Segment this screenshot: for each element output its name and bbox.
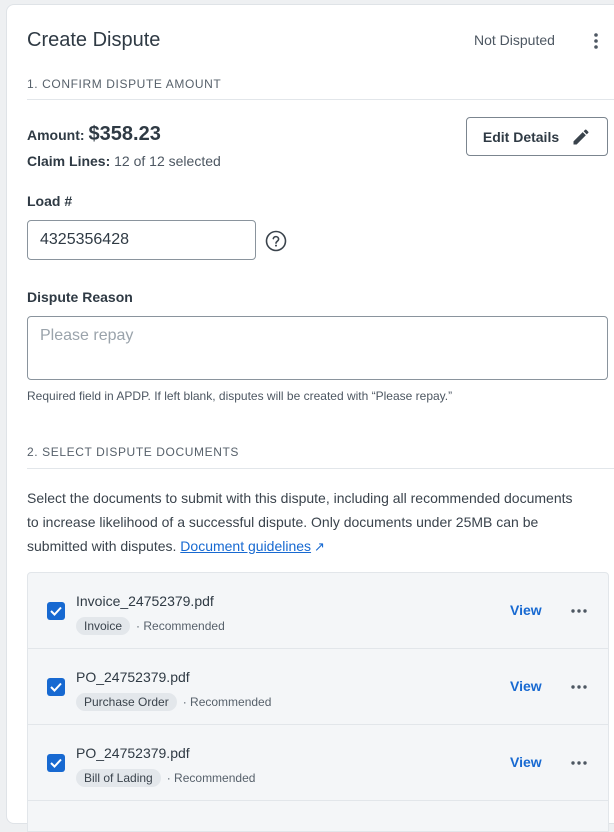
- dispute-reason-label: Dispute Reason: [27, 289, 133, 305]
- load-number-input[interactable]: [27, 220, 256, 260]
- documents-description: Select the documents to submit with this…: [27, 486, 587, 559]
- document-guidelines-link[interactable]: Document guidelines: [180, 538, 311, 554]
- section-divider: [27, 468, 614, 469]
- document-meta: Bill of Lading · Recommended: [76, 769, 255, 787]
- check-icon: [50, 758, 62, 768]
- view-document-button[interactable]: View: [510, 754, 542, 770]
- document-name: PO_24752379.pdf: [76, 669, 190, 685]
- document-more-button[interactable]: [569, 677, 589, 697]
- document-row: PO_24752379.pdf Bill of Lading · Recomme…: [28, 725, 608, 801]
- amount-row: Amount: $358.23: [27, 123, 161, 146]
- dispute-status: Not Disputed: [474, 32, 555, 48]
- view-document-button[interactable]: View: [510, 602, 542, 618]
- pencil-icon: [573, 128, 589, 144]
- dispute-reason-input[interactable]: [27, 316, 608, 380]
- document-more-button[interactable]: [569, 753, 589, 773]
- view-document-button[interactable]: View: [510, 678, 542, 694]
- kebab-horizontal-icon: [571, 685, 587, 689]
- document-recommended: · Recommended: [166, 771, 256, 785]
- document-name: Invoice_24752379.pdf: [76, 593, 214, 609]
- page-title: Create Dispute: [27, 29, 161, 51]
- edit-details-label: Edit Details: [482, 128, 560, 145]
- create-dispute-panel: Create Dispute Not Disputed 1. CONFIRM D…: [6, 4, 614, 832]
- document-meta: Invoice · Recommended: [76, 617, 225, 635]
- claim-lines-label: Claim Lines:: [27, 153, 111, 169]
- amount-label: Amount:: [27, 127, 85, 143]
- document-checkbox[interactable]: [47, 754, 65, 772]
- load-number-label: Load #: [27, 193, 73, 209]
- kebab-vertical-icon: [594, 33, 598, 49]
- kebab-horizontal-icon: [571, 761, 587, 765]
- amount-value: $358.23: [88, 123, 161, 145]
- kebab-horizontal-icon: [571, 609, 587, 613]
- document-name: PO_24752379.pdf: [76, 745, 190, 761]
- document-more-button[interactable]: [569, 601, 589, 621]
- claim-lines-value: 12 of 12 selected: [114, 153, 221, 169]
- external-link-icon: ↗: [314, 539, 325, 554]
- claim-lines-row: Claim Lines: 12 of 12 selected: [27, 153, 221, 169]
- document-checkbox[interactable]: [47, 602, 65, 620]
- document-row: Invoice_24752379.pdf Invoice · Recommend…: [28, 573, 608, 649]
- document-row: PO_24752379.pdf Purchase Order · Recomme…: [28, 649, 608, 725]
- document-type-tag: Bill of Lading: [76, 769, 161, 787]
- document-meta: Purchase Order · Recommended: [76, 693, 271, 711]
- check-icon: [50, 682, 62, 692]
- document-type-tag: Invoice: [76, 617, 131, 635]
- edit-details-button[interactable]: Edit Details: [466, 117, 608, 156]
- section-heading-select-documents: 2. SELECT DISPUTE DOCUMENTS: [27, 445, 240, 459]
- section-divider: [27, 99, 614, 100]
- document-type-tag: Purchase Order: [76, 693, 177, 711]
- dispute-reason-hint: Required field in APDP. If left blank, d…: [27, 389, 453, 403]
- document-recommended: · Recommended: [136, 619, 225, 633]
- document-checkbox[interactable]: [47, 678, 65, 696]
- document-recommended: · Recommended: [182, 695, 272, 709]
- section-heading-confirm-amount: 1. CONFIRM DISPUTE AMOUNT: [27, 77, 222, 91]
- question-circle-icon: [265, 230, 287, 252]
- load-help-button[interactable]: [265, 230, 287, 252]
- document-list: Invoice_24752379.pdf Invoice · Recommend…: [27, 572, 609, 832]
- check-icon: [50, 606, 62, 616]
- more-options-button[interactable]: [584, 29, 608, 53]
